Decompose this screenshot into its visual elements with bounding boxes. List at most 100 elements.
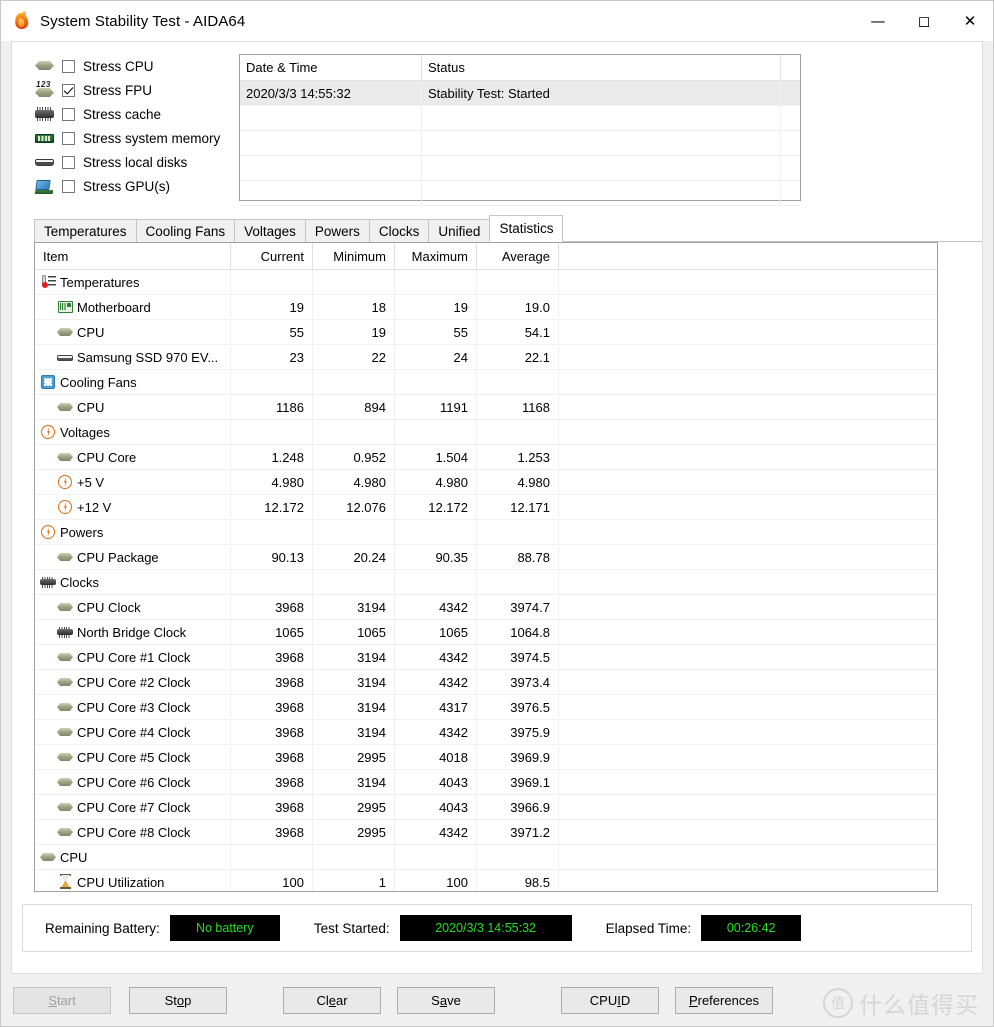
table-row[interactable]: CPU 1186 894 1191 1168 (35, 395, 937, 420)
cell-minimum: 3194 (313, 720, 395, 744)
table-row[interactable]: CPU Core 1.248 0.952 1.504 1.253 (35, 445, 937, 470)
table-row[interactable]: +12 V 12.172 12.076 12.172 12.171 (35, 495, 937, 520)
cell-status (422, 156, 781, 180)
watermark-text: 什么值得买 (859, 993, 979, 1019)
table-row[interactable]: Motherboard 19 18 19 19.0 (35, 295, 937, 320)
stress-cache-checkbox[interactable] (62, 107, 75, 121)
table-row[interactable]: +5 V 4.980 4.980 4.980 4.980 (35, 470, 937, 495)
item-label: Clocks (60, 574, 100, 590)
cell-minimum: 12.076 (313, 495, 395, 519)
table-row[interactable]: 2020/3/3 14:55:32 Stability Test: Starte… (240, 81, 800, 106)
stress-option-system-memory[interactable]: Stress system memory (33, 126, 220, 150)
cpu-icon (56, 724, 75, 740)
cell-item: CPU Core #2 Clock (35, 670, 231, 694)
tab-clocks[interactable]: Clocks (368, 219, 430, 242)
stress-option-cache[interactable]: Stress cache (33, 102, 217, 126)
tab-voltages[interactable]: Voltages (234, 219, 306, 242)
tab-cooling-fans[interactable]: Cooling Fans (135, 219, 236, 242)
cell-average (477, 570, 559, 594)
column-header-minimum[interactable]: Minimum (313, 243, 395, 269)
table-row[interactable]: Samsung SSD 970 EV... 23 22 24 22.1 (35, 345, 937, 370)
cell-spacer (559, 270, 937, 294)
column-header-average[interactable]: Average (477, 243, 559, 269)
preferences-button[interactable]: Preferences (675, 986, 773, 1014)
cpuid-button[interactable]: CPUID (561, 986, 659, 1014)
column-header-maximum[interactable]: Maximum (395, 243, 477, 269)
table-row[interactable]: CPU Core #8 Clock 3968 2995 4342 3971.2 (35, 820, 937, 845)
stress-option-fpu[interactable]: 123 Stress FPU (33, 78, 217, 102)
table-row[interactable] (240, 131, 800, 156)
cell-status (422, 106, 781, 130)
table-row[interactable]: CPU Core #2 Clock 3968 3194 4342 3973.4 (35, 670, 937, 695)
cell-spacer (559, 795, 937, 819)
start-button[interactable]: Start (13, 986, 111, 1014)
table-row[interactable]: North Bridge Clock 1065 1065 1065 1064.8 (35, 620, 937, 645)
stress-option-local-disks[interactable]: Stress local disks (33, 150, 217, 174)
table-row[interactable]: CPU Core #6 Clock 3968 3194 4043 3969.1 (35, 770, 937, 795)
table-row[interactable]: CPU Core #1 Clock 3968 3194 4342 3974.5 (35, 645, 937, 670)
statistics-table[interactable]: Item Current Minimum Maximum Average Tem… (34, 242, 938, 892)
cell-spacer (559, 495, 937, 519)
table-row[interactable]: CPU Package 90.13 20.24 90.35 88.78 (35, 545, 937, 570)
cell-maximum (395, 420, 477, 444)
stress-option-gpus[interactable]: Stress GPU(s) (33, 174, 217, 198)
client-area: Stress CPU 123 Stress FPU Stress cache S… (11, 41, 983, 974)
save-button[interactable]: Save (397, 986, 495, 1014)
cell-minimum (313, 420, 395, 444)
table-row[interactable]: CPU (35, 845, 937, 870)
cell-item: +5 V (35, 470, 231, 494)
cell-current: 100 (231, 870, 313, 891)
column-header-datetime[interactable]: Date & Time (240, 55, 422, 80)
chip-icon (56, 624, 75, 640)
table-row[interactable]: CPU Core #3 Clock 3968 3194 4317 3976.5 (35, 695, 937, 720)
clear-button[interactable]: Clear (283, 986, 381, 1014)
item-label: +5 V (77, 474, 105, 490)
cell-spacer (559, 870, 937, 891)
stress-disks-checkbox[interactable] (62, 155, 75, 169)
column-header-spacer[interactable] (781, 55, 800, 80)
table-row[interactable]: CPU Clock 3968 3194 4342 3974.7 (35, 595, 937, 620)
tab-statistics[interactable]: Statistics (489, 215, 564, 242)
event-log-table[interactable]: Date & Time Status 2020/3/3 14:55:32 Sta… (239, 54, 801, 206)
table-row[interactable]: CPU Core #7 Clock 3968 2995 4043 3966.9 (35, 795, 937, 820)
stop-button[interactable]: Stop (129, 986, 227, 1014)
table-row[interactable]: Temperatures (35, 270, 937, 295)
column-header-item[interactable]: Item (35, 243, 231, 269)
maximize-button[interactable]: ◻ (901, 1, 947, 41)
table-row[interactable]: Voltages (35, 420, 937, 445)
cell-item: CPU Package (35, 545, 231, 569)
cell-average (477, 520, 559, 544)
stress-fpu-checkbox[interactable] (62, 83, 75, 97)
stress-option-cpu[interactable]: Stress CPU (33, 54, 217, 78)
cell-current: 3968 (231, 820, 313, 844)
cell-item: CPU Core #5 Clock (35, 745, 231, 769)
item-label: Motherboard (77, 299, 151, 315)
cell-maximum: 4342 (395, 820, 477, 844)
stress-cpu-checkbox[interactable] (62, 59, 75, 73)
cell-item: CPU Core #7 Clock (35, 795, 231, 819)
tab-temperatures[interactable]: Temperatures (34, 219, 137, 242)
table-row[interactable]: Cooling Fans (35, 370, 937, 395)
column-header-status[interactable]: Status (422, 55, 781, 80)
table-row[interactable]: Clocks (35, 570, 937, 595)
tab-powers[interactable]: Powers (304, 219, 370, 242)
cell-maximum: 4342 (395, 670, 477, 694)
close-button[interactable]: ✕ (947, 1, 993, 41)
disk-icon (33, 153, 57, 171)
cell-maximum: 90.35 (395, 545, 477, 569)
table-row[interactable]: Powers (35, 520, 937, 545)
table-row[interactable] (240, 181, 800, 206)
column-header-current[interactable]: Current (231, 243, 313, 269)
table-row[interactable] (240, 106, 800, 131)
table-row[interactable]: CPU Core #5 Clock 3968 2995 4018 3969.9 (35, 745, 937, 770)
item-label: Voltages (60, 424, 110, 440)
tab-unified[interactable]: Unified (428, 219, 491, 242)
column-header-spacer[interactable] (559, 243, 937, 269)
table-row[interactable]: CPU Utilization 100 1 100 98.5 (35, 870, 937, 891)
table-row[interactable]: CPU Core #4 Clock 3968 3194 4342 3975.9 (35, 720, 937, 745)
table-row[interactable] (240, 156, 800, 181)
stress-gpu-checkbox[interactable] (62, 179, 75, 193)
stress-memory-checkbox[interactable] (62, 131, 75, 145)
minimize-button[interactable]: — (855, 1, 901, 41)
table-row[interactable]: CPU 55 19 55 54.1 (35, 320, 937, 345)
